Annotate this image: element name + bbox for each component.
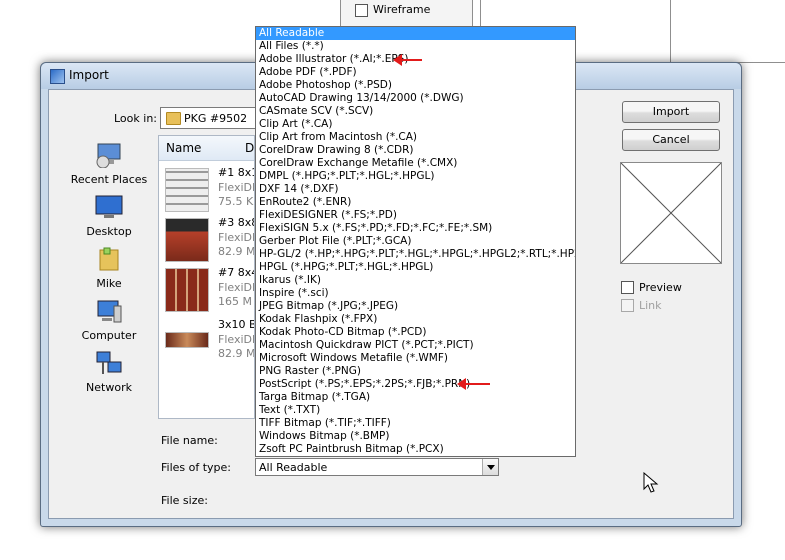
place-label: Recent Places <box>70 173 148 186</box>
look-in-label: Look in: <box>114 112 157 125</box>
file-list[interactable]: Name Da #1 8x16 FlexiDE 75.5 KB #3 8x8 F… <box>158 135 255 419</box>
empty-preview-cross-icon <box>621 163 721 263</box>
file-type-option[interactable]: CorelDraw Exchange Metafile (*.CMX) <box>256 157 575 170</box>
red-arrow-icon <box>457 378 490 390</box>
background-divider <box>670 0 671 62</box>
file-thumbnail <box>165 168 209 212</box>
import-button[interactable]: Import <box>622 101 720 123</box>
file-type-option[interactable]: Ikarus (*.IK) <box>256 274 575 287</box>
desktop-icon <box>95 195 123 218</box>
file-name: #1 8x16 <box>218 166 254 179</box>
place-recent-places[interactable]: Recent Places <box>69 142 149 186</box>
mouse-cursor-icon <box>643 472 659 493</box>
files-of-type-value: All Readable <box>259 461 328 474</box>
user-folder-icon <box>99 247 119 271</box>
file-thumbnail <box>165 218 209 262</box>
file-type-option[interactable]: Microsoft Windows Metafile (*.WMF) <box>256 352 575 365</box>
preview-label: Preview <box>639 281 682 294</box>
file-type-option[interactable]: EnRoute2 (*.ENR) <box>256 196 575 209</box>
red-arrow-icon <box>393 54 422 66</box>
file-type-option[interactable]: CASmate SCV (*.SCV) <box>256 105 575 118</box>
file-type-option[interactable]: HPGL (*.HPG;*.PLT;*.HGL;*.HPGL) <box>256 261 575 274</box>
file-type-option[interactable]: Windows Bitmap (*.BMP) <box>256 430 575 443</box>
chevron-down-icon[interactable] <box>482 459 498 475</box>
file-size: 82.9 M <box>218 245 255 258</box>
file-type-option[interactable]: Kodak Photo-CD Bitmap (*.PCD) <box>256 326 575 339</box>
computer-icon <box>97 300 122 323</box>
file-type-option[interactable]: Gerber Plot File (*.PLT;*.GCA) <box>256 235 575 248</box>
link-checkbox[interactable] <box>621 299 634 312</box>
file-type: FlexiDE <box>218 181 255 194</box>
file-type-option[interactable]: Adobe Photoshop (*.PSD) <box>256 79 575 92</box>
wireframe-checkbox[interactable] <box>355 4 368 17</box>
file-name: #7 8x4 <box>218 266 255 279</box>
recent-places-icon <box>96 143 121 169</box>
list-header: Name Da <box>159 136 254 161</box>
folder-icon <box>166 112 181 125</box>
file-size: 75.5 KB <box>218 195 254 208</box>
cancel-button[interactable]: Cancel <box>622 129 720 151</box>
place-network[interactable]: Network <box>69 350 149 394</box>
file-type-option[interactable]: AutoCAD Drawing 13/14/2000 (*.DWG) <box>256 92 575 105</box>
column-header-date[interactable]: Da <box>245 141 254 155</box>
place-label: Network <box>86 381 132 394</box>
background-divider <box>480 0 481 26</box>
place-label: Desktop <box>86 225 132 238</box>
file-type: FlexiDE <box>218 333 255 346</box>
look-in-value: PKG #9502 <box>184 112 248 125</box>
file-type-option[interactable]: Text (*.TXT) <box>256 404 575 417</box>
file-name-label: File name: <box>161 434 218 447</box>
file-type-option[interactable]: Inspire (*.sci) <box>256 287 575 300</box>
file-type-option[interactable]: Zsoft PC Paintbrush Bitmap (*.PCX) <box>256 443 575 456</box>
file-size: 165 M <box>218 295 252 308</box>
file-row[interactable]: 3x10 Ba FlexiDE 82.9 M <box>159 316 255 368</box>
file-type-option[interactable]: DXF 14 (*.DXF) <box>256 183 575 196</box>
file-type: FlexiDE <box>218 281 255 294</box>
file-type-option[interactable]: All Readable <box>256 27 575 40</box>
column-header-name[interactable]: Name <box>166 141 201 155</box>
file-type-option[interactable]: Targa Bitmap (*.TGA) <box>256 391 575 404</box>
file-row[interactable]: #1 8x16 FlexiDE 75.5 KB <box>159 164 255 216</box>
file-type-option[interactable]: FlexiDESIGNER (*.FS;*.PD) <box>256 209 575 222</box>
file-size: 82.9 M <box>218 347 255 360</box>
files-of-type-combo[interactable]: All Readable <box>255 458 499 476</box>
file-type-option[interactable]: Kodak Flashpix (*.FPX) <box>256 313 575 326</box>
network-icon <box>96 351 122 374</box>
place-label: Mike <box>96 277 122 290</box>
place-desktop[interactable]: Desktop <box>69 194 149 238</box>
file-type-option[interactable]: FlexiSIGN 5.x (*.FS;*.PD;*.FD;*.FC;*.FE;… <box>256 222 575 235</box>
file-type-option[interactable]: DMPL (*.HPG;*.PLT;*.HGL;*.HPGL) <box>256 170 575 183</box>
file-row[interactable]: #3 8x8 FlexiDE 82.9 M <box>159 214 255 266</box>
file-type-option[interactable]: CorelDraw Drawing 8 (*.CDR) <box>256 144 575 157</box>
dialog-title: Import <box>69 68 109 82</box>
file-type: FlexiDE <box>218 231 255 244</box>
file-type-option[interactable]: Clip Art (*.CA) <box>256 118 575 131</box>
file-name: #3 8x8 <box>218 216 255 229</box>
file-type-option[interactable]: PNG Raster (*.PNG) <box>256 365 575 378</box>
place-computer[interactable]: Computer <box>69 298 149 342</box>
preview-pane <box>620 162 722 264</box>
files-of-type-label: Files of type: <box>161 461 232 474</box>
file-type-option[interactable]: TIFF Bitmap (*.TIF;*.TIFF) <box>256 417 575 430</box>
file-type-option[interactable]: All Files (*.*) <box>256 40 575 53</box>
wireframe-label: Wireframe <box>373 3 431 16</box>
file-type-dropdown-list[interactable]: All Readable All Files (*.*) Adobe Illustr… <box>255 26 576 457</box>
file-type-option[interactable]: PostScript (*.PS;*.EPS;*.2PS;*.FJB;*.PRN… <box>256 378 575 391</box>
file-type-option[interactable]: HP-GL/2 (*.HP;*.HPG;*.PLT;*.HGL;*.HPGL;*… <box>256 248 575 261</box>
file-type-option[interactable]: Macintosh Quickdraw PICT (*.PCT;*.PICT) <box>256 339 575 352</box>
link-label: Link <box>639 299 662 312</box>
place-label: Computer <box>81 329 137 342</box>
file-thumbnail <box>165 332 209 348</box>
look-in-combo[interactable]: PKG #9502 <box>160 107 260 129</box>
import-app-icon <box>50 69 65 84</box>
file-row[interactable]: #7 8x4 FlexiDE 165 M <box>159 264 255 316</box>
place-mike[interactable]: Mike <box>69 246 149 290</box>
file-thumbnail <box>165 268 209 312</box>
file-name: 3x10 Ba <box>218 318 254 331</box>
file-type-option[interactable]: Adobe PDF (*.PDF) <box>256 66 575 79</box>
file-type-option[interactable]: Clip Art from Macintosh (*.CA) <box>256 131 575 144</box>
file-type-option[interactable]: JPEG Bitmap (*.JPG;*.JPEG) <box>256 300 575 313</box>
file-size-label: File size: <box>161 494 208 507</box>
preview-checkbox[interactable] <box>621 281 634 294</box>
